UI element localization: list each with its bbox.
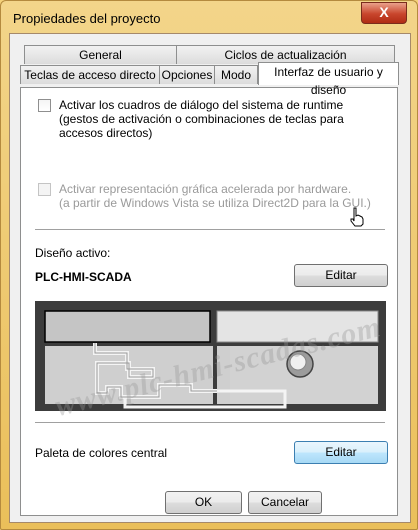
palette-edit-button[interactable]: Editar bbox=[294, 441, 388, 464]
hw-accel-option-line2: (a partir de Windows Vista se utiliza Di… bbox=[59, 196, 371, 210]
dialogs-option-line2: (gestos de activación o combinaciones de… bbox=[59, 112, 344, 126]
ok-button[interactable]: OK bbox=[165, 491, 242, 514]
separator-2 bbox=[35, 422, 385, 423]
dialogs-checkbox[interactable] bbox=[38, 99, 51, 112]
dialogs-option-line1: Activar los cuadros de diálogo del siste… bbox=[59, 98, 344, 112]
close-button[interactable]: X bbox=[361, 2, 407, 24]
hand-cursor-icon bbox=[350, 207, 364, 227]
tab-teclas-acceso-directo[interactable]: Teclas de acceso directo bbox=[20, 65, 160, 84]
hw-accel-checkbox[interactable] bbox=[38, 183, 51, 196]
tab-opciones[interactable]: Opciones bbox=[159, 65, 215, 84]
dialogs-option-line3: accesos directos) bbox=[59, 126, 153, 140]
design-edit-button[interactable]: Editar bbox=[294, 264, 388, 287]
cancel-button[interactable]: Cancelar bbox=[248, 491, 322, 514]
design-label: Diseño activo: bbox=[35, 246, 111, 260]
tab-panel: Activar los cuadros de diálogo del siste… bbox=[20, 87, 398, 516]
dialog-client: General Ciclos de actualización Teclas d… bbox=[9, 33, 411, 523]
tab-general[interactable]: General bbox=[24, 45, 177, 64]
dialog-window: Propiedades del proyecto X General Ciclo… bbox=[0, 0, 418, 530]
design-name: PLC-HMI-SCADA bbox=[35, 270, 132, 284]
hw-accel-option-line1: Activar representación gráfica acelerada… bbox=[59, 182, 352, 196]
tab-modo[interactable]: Modo bbox=[214, 65, 258, 84]
palette-label: Paleta de colores central bbox=[35, 446, 168, 460]
tab-interfaz-usuario-diseno[interactable]: Interfaz de usuario y diseño bbox=[258, 62, 399, 97]
window-title: Propiedades del proyecto bbox=[13, 11, 161, 26]
separator-1 bbox=[35, 229, 385, 230]
